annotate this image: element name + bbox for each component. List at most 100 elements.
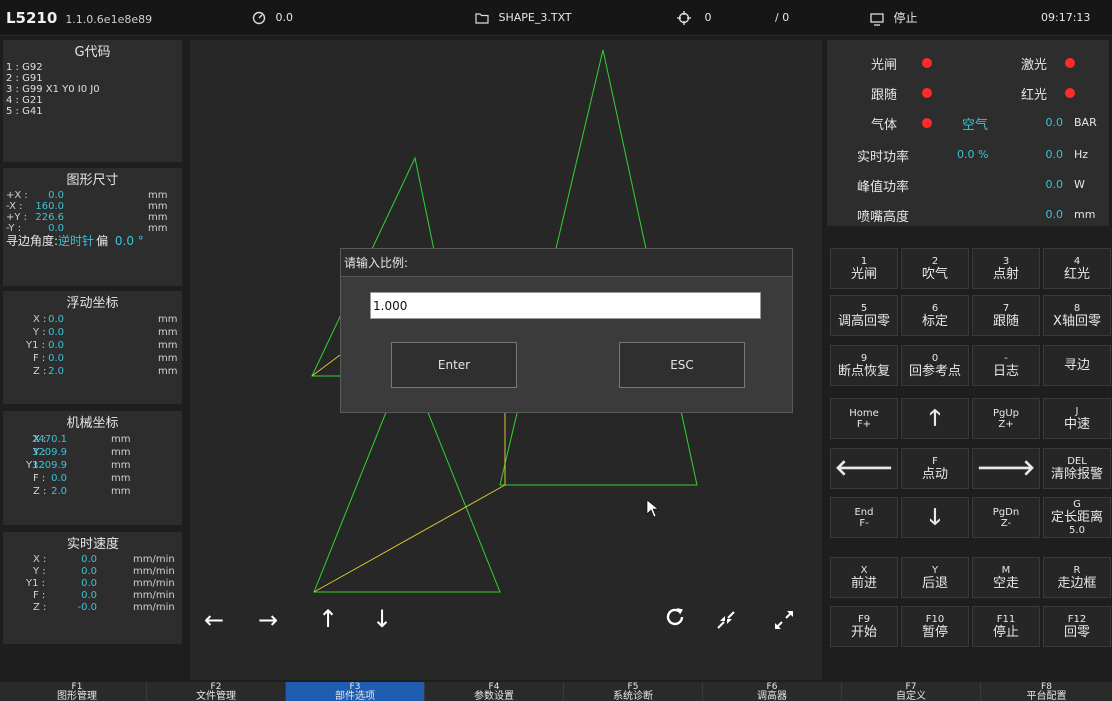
f1-graphics-manager[interactable]: F1 图形管理 (8, 682, 147, 701)
current-file: SHAPE_3.TXT (475, 0, 572, 36)
move-down-button[interactable]: ↓ (372, 607, 392, 631)
axis-label: Y1 : (26, 578, 46, 589)
axis-unit: mm (158, 314, 178, 325)
gas-indicator (922, 118, 932, 128)
scale-input[interactable] (370, 292, 761, 319)
key-shutter[interactable]: 1 光闸 (830, 248, 898, 289)
axis-value: 0.0 (48, 340, 64, 351)
key-end-f-minus[interactable]: End F- (830, 497, 898, 538)
axis-label: F : (33, 473, 46, 484)
coord-row: Y1 :0.0 mm (3, 339, 182, 352)
key-reference-point[interactable]: 0 回参考点 (901, 345, 969, 386)
piece-counter: 0 (677, 0, 712, 36)
key-calibrate[interactable]: 6 标定 (901, 295, 969, 336)
key-pulse[interactable]: 3 点射 (972, 248, 1040, 289)
key-number: 2 (931, 255, 939, 267)
coord-row: Y1 :3209.9 mm (3, 459, 182, 472)
key-backward[interactable]: Y 后退 (901, 557, 969, 598)
key-number: - (1004, 352, 1008, 364)
key-number: Home (849, 407, 879, 419)
gcode-line: 2 : G91 (6, 73, 43, 84)
enter-button[interactable]: Enter (391, 342, 517, 388)
zoom-out-button[interactable] (774, 610, 794, 633)
key-label: 暂停 (921, 624, 948, 640)
key-pgup-z-plus[interactable]: PgUp Z+ (972, 398, 1040, 439)
key-number: F10 (925, 613, 945, 625)
key-dry-run[interactable]: M 空走 (972, 557, 1040, 598)
f4-parameter-settings[interactable]: F4 参数设置 (425, 682, 564, 701)
axis-value: 0.0 (48, 190, 64, 201)
coord-row: X :2470.1 mm (3, 433, 182, 446)
axis-label: +Y : (6, 212, 28, 223)
key-pause[interactable]: F10 暂停 (901, 606, 969, 647)
device-model: L5210 (6, 9, 58, 27)
axis-unit: mm (148, 201, 168, 212)
f5-system-diagnosis[interactable]: F5 系统诊断 (564, 682, 703, 701)
key-jog-left[interactable]: 🡐 (830, 448, 898, 489)
key-pgdn-z-minus[interactable]: PgDn Z- (972, 497, 1040, 538)
f8-platform-config[interactable]: F8 平台配置 (981, 682, 1112, 701)
zoom-in-button[interactable] (716, 610, 736, 633)
f6-height-controller[interactable]: F6 调高器 (703, 682, 842, 701)
axis-value: 2470.1 (32, 434, 67, 445)
real-speed-title: 实时速度 (67, 537, 120, 552)
axis-label: F : (33, 353, 46, 364)
key-forward[interactable]: X 前进 (830, 557, 898, 598)
axis-label: F : (33, 590, 46, 601)
key-clear-alarm[interactable]: DEL 清除报警 (1043, 448, 1111, 489)
key-height-home[interactable]: 5 调高回零 (830, 295, 898, 336)
key-medium-speed[interactable]: J 中速 (1043, 398, 1111, 439)
key-breakpoint-resume[interactable]: 9 断点恢复 (830, 345, 898, 386)
f2-file-manager[interactable]: F2 文件管理 (147, 682, 286, 701)
key-return-zero[interactable]: F12 回零 (1043, 606, 1111, 647)
key-log[interactable]: - 日志 (972, 345, 1040, 386)
key-number: Y (931, 564, 939, 576)
key-edge-seek[interactable]: 寻边 (1043, 345, 1111, 386)
key-jog-down[interactable]: 🡓 (901, 497, 969, 538)
key-label: 吹气 (921, 266, 948, 282)
move-up-button[interactable]: ↑ (318, 607, 338, 631)
axis-unit: mm/min (133, 602, 175, 613)
coord-row: Z :2.0 mm (3, 365, 182, 378)
axis-unit: mm (111, 473, 131, 484)
arrow-left-icon: 🡐 (834, 455, 894, 481)
nozzle-height-value: 0.0 (1045, 208, 1064, 221)
key-redlight[interactable]: 4 红光 (1043, 248, 1111, 289)
key-home-f-plus[interactable]: Home F+ (830, 398, 898, 439)
fkey-label: 自定义 (896, 691, 926, 701)
shutter-label: 光闸 (870, 58, 897, 73)
axis-unit: mm (148, 223, 168, 234)
coord-row: X :0.0 mm (3, 313, 182, 326)
f3-part-options[interactable]: F3 部件选项 (286, 682, 425, 701)
key-number: 0 (931, 352, 939, 364)
axis-unit: mm (111, 447, 131, 458)
key-label: 清除报警 (1050, 466, 1103, 482)
fkey-label: 文件管理 (196, 691, 236, 701)
key-label: 空走 (992, 575, 1019, 591)
key-trace-frame[interactable]: R 走边框 (1043, 557, 1111, 598)
key-jog-up[interactable]: 🡑 (901, 398, 969, 439)
key-stop[interactable]: F11 停止 (972, 606, 1040, 647)
fkey-label: 图形管理 (57, 691, 97, 701)
key-jog-mode[interactable]: F 点动 (901, 448, 969, 489)
move-left-button[interactable]: ← (204, 608, 224, 632)
gas-unit: BAR (1074, 116, 1097, 129)
key-label: 光闸 (850, 266, 877, 282)
key-blow[interactable]: 2 吹气 (901, 248, 969, 289)
esc-button[interactable]: ESC (619, 342, 745, 388)
key-fixed-distance[interactable]: G 定长距离 5.0 (1043, 497, 1111, 538)
firmware-version: 1.1.0.6e1e8e89 (65, 13, 153, 26)
key-label: F+ (856, 418, 872, 430)
axis-value: 0.0 (81, 590, 97, 601)
f7-custom[interactable]: F7 自定义 (842, 682, 981, 701)
key-start[interactable]: F9 开始 (830, 606, 898, 647)
axis-unit: mm/min (133, 566, 175, 577)
refresh-button[interactable] (664, 606, 686, 631)
key-follow[interactable]: 7 跟随 (972, 295, 1040, 336)
move-right-button[interactable]: → (258, 608, 278, 632)
key-jog-right[interactable]: 🡒 (972, 448, 1040, 489)
key-x-home[interactable]: 8 X轴回零 (1043, 295, 1111, 336)
peak-power-value: 0.0 (1045, 178, 1064, 191)
key-number: M (1001, 564, 1011, 576)
watt-unit: W (1074, 178, 1085, 191)
